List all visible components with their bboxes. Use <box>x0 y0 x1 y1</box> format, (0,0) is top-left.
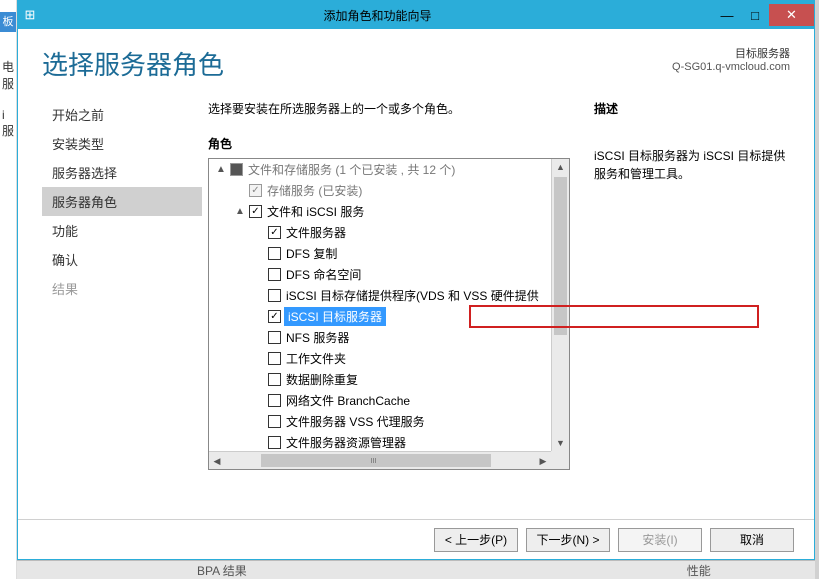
tree-row[interactable]: 文件服务器 <box>209 222 551 243</box>
tree-label: 文件服务器 <box>284 224 348 241</box>
tree-row[interactable]: 文件服务器 VSS 代理服务 <box>209 411 551 432</box>
tree-row[interactable]: 存储服务 (已安装) <box>209 180 551 201</box>
background-window-edge: 板 电服 i 服 <box>0 0 17 579</box>
window-title: 添加角色和功能向导 <box>42 7 713 24</box>
nav-step: 结果 <box>42 274 202 303</box>
checkbox[interactable] <box>268 247 281 260</box>
scroll-thumb[interactable] <box>261 454 491 467</box>
scroll-up-icon[interactable]: ▲ <box>552 159 569 175</box>
checkbox <box>249 184 262 197</box>
tree-label: 存储服务 (已安装) <box>265 182 364 199</box>
checkbox[interactable] <box>268 310 281 323</box>
tree-row[interactable]: 网络文件 BranchCache <box>209 390 551 411</box>
checkbox[interactable] <box>268 436 281 449</box>
bg-text: i 服 <box>2 108 16 139</box>
cancel-button[interactable]: 取消 <box>710 528 794 552</box>
maximize-button[interactable]: □ <box>741 4 769 26</box>
page-title: 选择服务器角色 <box>42 45 224 82</box>
nav-step[interactable]: 开始之前 <box>42 100 202 129</box>
background-statusbar: BPA 结果 性能 <box>17 560 815 579</box>
tree-label: 工作文件夹 <box>284 350 348 367</box>
bg-text: 电服 <box>2 58 16 92</box>
checkbox[interactable] <box>268 268 281 281</box>
titlebar[interactable]: ⊞ 添加角色和功能向导 — □ ✕ <box>18 1 814 29</box>
checkbox[interactable] <box>249 205 262 218</box>
checkbox[interactable] <box>268 352 281 365</box>
next-button[interactable]: 下一步(N) > <box>526 528 610 552</box>
tree-row[interactable]: 文件服务器资源管理器 <box>209 432 551 451</box>
scroll-thumb[interactable] <box>554 177 567 335</box>
tree-label: 文件和 iSCSI 服务 <box>265 203 366 220</box>
nav-step[interactable]: 功能 <box>42 216 202 245</box>
tree-row[interactable]: ▲ 文件和 iSCSI 服务 <box>209 201 551 222</box>
bg-status-text: BPA 结果 <box>197 562 247 579</box>
tree-row[interactable]: iSCSI 目标服务器 <box>209 306 551 327</box>
bg-status-text: 性能 <box>687 562 711 579</box>
instruction-text: 选择要安装在所选服务器上的一个或多个角色。 <box>208 100 570 117</box>
checkbox[interactable] <box>268 415 281 428</box>
bg-tab: 板 <box>0 12 16 32</box>
expand-icon[interactable]: ▲ <box>215 164 227 175</box>
checkbox[interactable] <box>268 373 281 386</box>
destination-server: 目标服务器 Q-SG01.q-vmcloud.com <box>672 45 790 73</box>
tree-label: DFS 复制 <box>284 245 339 262</box>
previous-button[interactable]: < 上一步(P) <box>434 528 518 552</box>
dest-value: Q-SG01.q-vmcloud.com <box>672 61 790 73</box>
tree-label: iSCSI 目标服务器 <box>284 307 386 326</box>
scroll-down-icon[interactable]: ▼ <box>552 435 569 451</box>
description-header: 描述 <box>594 100 790 117</box>
tree-row[interactable]: DFS 命名空间 <box>209 264 551 285</box>
tree-row[interactable]: 数据删除重复 <box>209 369 551 390</box>
scroll-left-icon[interactable]: ◀ <box>209 452 225 470</box>
description-text: iSCSI 目标服务器为 iSCSI 目标提供服务和管理工具。 <box>594 147 790 183</box>
tree-row[interactable]: NFS 服务器 <box>209 327 551 348</box>
roles-header: 角色 <box>208 135 570 152</box>
nav-step[interactable]: 确认 <box>42 245 202 274</box>
install-button: 安装(I) <box>618 528 702 552</box>
tree-label: NFS 服务器 <box>284 329 351 346</box>
tree-label: 文件服务器 VSS 代理服务 <box>284 413 427 430</box>
tree-label: iSCSI 目标存储提供程序(VDS 和 VSS 硬件提供 <box>284 287 541 304</box>
nav-step[interactable]: 服务器选择 <box>42 158 202 187</box>
scroll-corner <box>551 451 569 469</box>
wizard-nav: 开始之前安装类型服务器选择服务器角色功能确认结果 <box>42 100 202 509</box>
minimize-button[interactable]: — <box>713 4 741 26</box>
checkbox <box>230 163 243 176</box>
horizontal-scrollbar[interactable]: ◀ ▶ <box>209 451 551 469</box>
checkbox[interactable] <box>268 289 281 302</box>
checkbox[interactable] <box>268 394 281 407</box>
tree-label: 文件和存储服务 (1 个已安装 , 共 12 个) <box>246 161 457 178</box>
scroll-right-icon[interactable]: ▶ <box>535 452 551 470</box>
tree-row[interactable]: 工作文件夹 <box>209 348 551 369</box>
app-icon: ⊞ <box>18 7 42 23</box>
tree-label: 网络文件 BranchCache <box>284 392 412 409</box>
tree-label: 文件服务器资源管理器 <box>284 434 408 451</box>
checkbox[interactable] <box>268 226 281 239</box>
close-button[interactable]: ✕ <box>769 4 814 26</box>
tree-row[interactable]: iSCSI 目标存储提供程序(VDS 和 VSS 硬件提供 <box>209 285 551 306</box>
tree-label: 数据删除重复 <box>284 371 360 388</box>
nav-step[interactable]: 安装类型 <box>42 129 202 158</box>
nav-step[interactable]: 服务器角色 <box>42 187 202 216</box>
tree-label: DFS 命名空间 <box>284 266 363 283</box>
button-bar: < 上一步(P) 下一步(N) > 安装(I) 取消 <box>18 519 814 559</box>
tree-row[interactable]: ▲ 文件和存储服务 (1 个已安装 , 共 12 个) <box>209 159 551 180</box>
vertical-scrollbar[interactable]: ▲ ▼ <box>551 159 569 451</box>
dest-label: 目标服务器 <box>672 45 790 61</box>
tree-row[interactable]: DFS 复制 <box>209 243 551 264</box>
checkbox[interactable] <box>268 331 281 344</box>
roles-tree: ▲ 文件和存储服务 (1 个已安装 , 共 12 个) 存储服务 (已安装) ▲ 文件和… <box>208 158 570 470</box>
wizard-window: ⊞ 添加角色和功能向导 — □ ✕ 选择服务器角色 目标服务器 Q-SG01.q… <box>17 0 815 560</box>
expand-icon[interactable]: ▲ <box>234 206 246 217</box>
